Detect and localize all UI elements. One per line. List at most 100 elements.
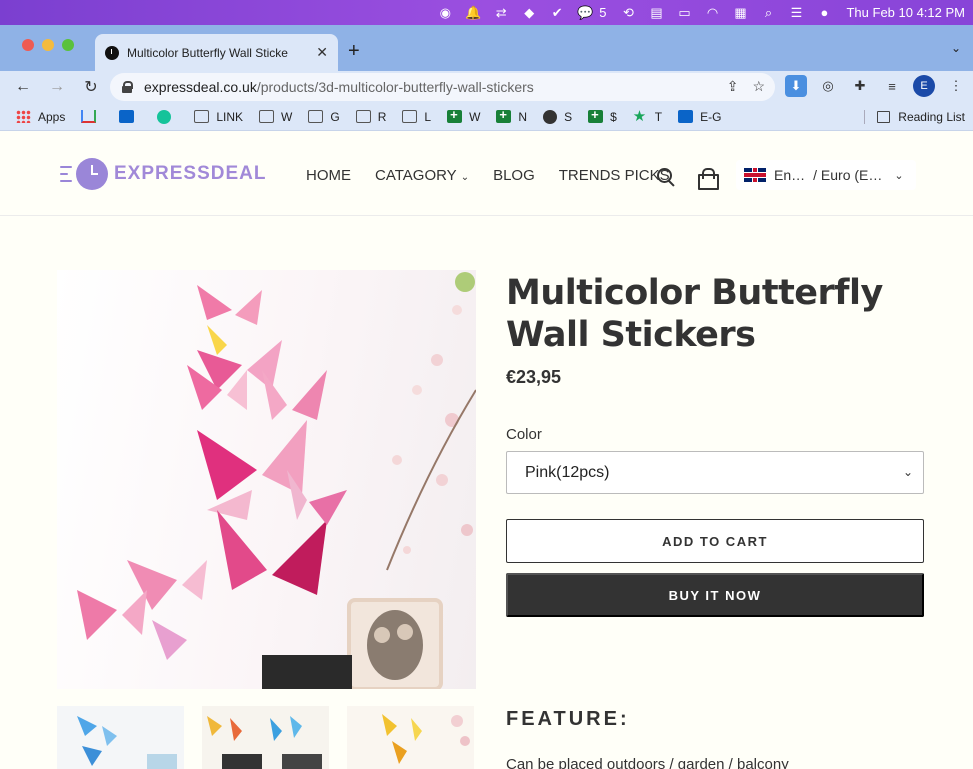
menubar-clock[interactable]: Thu Feb 10 4:12 PM: [846, 5, 965, 20]
keyboard-icon[interactable]: ▦: [732, 5, 748, 21]
new-tab-button[interactable]: +: [348, 40, 360, 63]
logo-clock-icon: [76, 158, 108, 190]
grammarly-icon: [157, 109, 172, 124]
notification-bell-icon[interactable]: 🔔: [465, 5, 481, 21]
us-flag-input-icon[interactable]: ▤: [648, 5, 664, 21]
reading-list-icon: [877, 110, 891, 123]
wechat-count: 5: [599, 5, 607, 20]
zoom-window-button[interactable]: [62, 39, 74, 51]
add-to-cart-button[interactable]: ADD TO CART: [506, 519, 924, 563]
bookmark-outlook-eg[interactable]: E-G: [678, 110, 721, 124]
search-icon[interactable]: [657, 168, 675, 186]
bookmark-gmail[interactable]: [81, 110, 103, 123]
wechat-icon[interactable]: 💬: [577, 5, 593, 21]
logo-text: EXPRESSDEAL: [114, 163, 267, 184]
cart-icon[interactable]: [698, 168, 719, 190]
outlook-icon: [678, 110, 694, 123]
nav-category[interactable]: CATAGORY ⌄: [375, 167, 469, 184]
logo-speed-lines-icon: [60, 166, 72, 182]
site-header: EXPRESSDEAL HOME CATAGORY ⌄ BLOG TRENDS P…: [0, 136, 973, 216]
site-logo[interactable]: EXPRESSDEAL: [60, 158, 266, 190]
wifi-icon[interactable]: ◠: [704, 5, 720, 21]
product-page: EXPRESSDEAL HOME CATAGORY ⌄ BLOG TRENDS P…: [0, 136, 973, 769]
share-icon[interactable]: ⇪: [727, 78, 739, 95]
lock-icon[interactable]: [122, 81, 133, 93]
extensions-row: ⬇ ◎ ✚ ≡ E ⋮: [785, 75, 967, 97]
browser-toolbar: ← → ↻ expressdeal.co.uk/products/3d-mult…: [0, 71, 973, 103]
bookmark-grammarly[interactable]: [157, 109, 178, 124]
reading-list-button[interactable]: Reading List: [864, 109, 965, 124]
nav-trends-picks[interactable]: TRENDS PICKS: [559, 167, 670, 184]
star-icon: ★: [632, 108, 647, 125]
product-main-image[interactable]: [57, 270, 476, 689]
thumbnail-blue-image: [57, 706, 184, 769]
gmail-icon: [81, 110, 97, 123]
bookmark-apps[interactable]: Apps: [16, 110, 65, 124]
nav-blog[interactable]: BLOG: [493, 167, 535, 184]
bookmark-star-t[interactable]: ★ T: [632, 108, 662, 125]
bookmark-folder-g[interactable]: G: [308, 110, 340, 124]
profile-avatar[interactable]: E: [913, 75, 935, 97]
bookmark-sheet-w[interactable]: W: [447, 107, 480, 124]
task-check-icon[interactable]: ✔: [549, 5, 565, 21]
thumbnail-mixed[interactable]: [202, 706, 329, 769]
bookmark-sheet-n[interactable]: N: [496, 107, 527, 124]
color-select[interactable]: Pink(12pcs) ⌄: [506, 451, 924, 494]
bookmark-star-icon[interactable]: ☆: [752, 78, 765, 95]
close-window-button[interactable]: [22, 39, 34, 51]
chevron-down-icon: ⌄: [460, 172, 470, 183]
line-app-icon[interactable]: ◉: [437, 5, 453, 21]
clock-favicon-icon: [105, 45, 119, 60]
tab-search-chevron-icon[interactable]: ⌄: [951, 41, 961, 55]
nordvpn-icon[interactable]: ◆: [521, 5, 537, 21]
teamviewer-icon[interactable]: ⇄: [493, 5, 509, 21]
folder-icon: [402, 110, 418, 123]
chevron-down-icon: ⌄: [902, 465, 913, 479]
uk-flag-icon: [744, 168, 766, 182]
folder-icon: [259, 110, 275, 123]
window-controls: [22, 39, 74, 51]
bookmark-folder-link[interactable]: LINK: [194, 110, 243, 124]
bookmark-sheet-dollar[interactable]: $: [588, 107, 617, 124]
minimize-window-button[interactable]: [42, 39, 54, 51]
more-menu-icon[interactable]: ⋮: [945, 75, 967, 97]
reload-icon[interactable]: ↻: [80, 76, 102, 98]
folder-icon: [355, 110, 371, 123]
bookmark-globe-s[interactable]: S: [543, 109, 572, 124]
thumbnail-blue[interactable]: [57, 706, 184, 769]
reading-mode-icon[interactable]: ≡: [881, 75, 903, 97]
download-extension-icon[interactable]: ⬇: [785, 75, 807, 97]
main-nav: HOME CATAGORY ⌄ BLOG TRENDS PICKS: [306, 167, 670, 184]
locale-selector[interactable]: En… / Euro (E… ⌄: [736, 160, 916, 190]
owl-extension-icon[interactable]: ◎: [817, 75, 839, 97]
active-tab[interactable]: Multicolor Butterfly Wall Sticke ✕: [95, 34, 338, 71]
spotlight-search-icon[interactable]: ⌕: [760, 5, 776, 21]
bookmark-folder-l[interactable]: L: [402, 110, 431, 124]
puzzle-extensions-icon[interactable]: ✚: [849, 75, 871, 97]
bookmark-folder-w[interactable]: W: [259, 110, 292, 124]
forward-arrow-icon[interactable]: →: [46, 76, 68, 98]
time-machine-icon[interactable]: ⟲: [620, 5, 636, 21]
product-price: €23,95: [506, 367, 562, 387]
address-bar[interactable]: expressdeal.co.uk/products/3d-multicolor…: [110, 73, 775, 101]
bookmark-outlook[interactable]: [119, 110, 141, 123]
bookmark-folder-r[interactable]: R: [355, 110, 386, 124]
product-title: Multicolor Butterfly Wall Stickers: [506, 273, 883, 355]
sheets-icon: [496, 107, 512, 123]
back-arrow-icon[interactable]: ←: [12, 76, 34, 98]
tab-close-icon[interactable]: ✕: [316, 44, 328, 61]
nav-home[interactable]: HOME: [306, 167, 351, 184]
buy-it-now-button[interactable]: BUY IT NOW: [506, 573, 924, 617]
color-label: Color: [506, 426, 542, 443]
control-center-icon[interactable]: ☰: [788, 5, 804, 21]
siri-icon[interactable]: ●: [816, 5, 832, 21]
product-thumbnails: [57, 706, 474, 769]
chevron-down-icon: ⌄: [894, 169, 904, 182]
apps-icon: [16, 110, 31, 123]
globe-icon: [543, 109, 558, 124]
thumbnail-yellow[interactable]: [347, 706, 474, 769]
sheets-icon: [447, 107, 463, 123]
url-path: /products/3d-multicolor-butterfly-wall-s…: [256, 79, 534, 95]
folder-icon: [308, 110, 324, 123]
battery-icon[interactable]: ▭: [676, 5, 692, 21]
